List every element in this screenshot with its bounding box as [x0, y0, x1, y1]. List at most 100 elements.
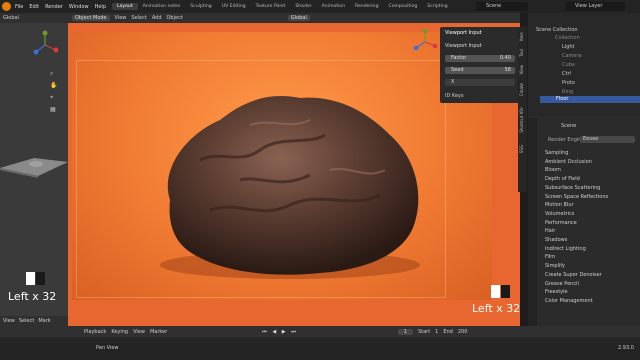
left-bottom-select[interactable]: Select [19, 318, 34, 324]
tab-texture-paint[interactable]: Texture Paint [251, 3, 291, 10]
tab-animation[interactable]: Animation [317, 3, 350, 10]
left-bottom-view[interactable]: View [3, 318, 15, 324]
properties-section-12[interactable]: Film [545, 254, 555, 261]
properties-section-16[interactable]: Freestyle [545, 289, 568, 296]
orientation-dropdown[interactable]: Global [287, 15, 310, 21]
properties-section-13[interactable]: Simplify [545, 263, 565, 270]
scene-selector[interactable]: Scene [476, 2, 528, 11]
id-keys-panel[interactable]: ID Keys [445, 93, 464, 99]
outliner-item-camera[interactable]: Camera [562, 53, 582, 60]
outliner-item-ring[interactable]: Ring [562, 89, 573, 96]
outliner-item-ctrl[interactable]: Ctrl [562, 71, 571, 78]
left-nav-icons[interactable]: ⌕ ✋ ⌖ ▦ [50, 68, 57, 116]
x-label: X [451, 79, 455, 85]
outliner-item-light[interactable]: Light [562, 44, 574, 51]
menu-edit[interactable]: Edit [29, 4, 39, 10]
properties-section-7[interactable]: Volumetrics [545, 211, 574, 218]
tab-uv-editing[interactable]: UV Editing [217, 3, 251, 10]
outliner-root[interactable]: Scene Collection [536, 27, 578, 34]
npanel-title[interactable]: Viewport Input [445, 30, 482, 36]
timeline-view-menu[interactable]: View [133, 329, 145, 335]
properties-section-4[interactable]: Subsurface Scattering [545, 185, 600, 192]
white-swatch [491, 285, 500, 298]
sidebar-n-panel: Viewport Input Viewport Input Factor 0.40… [440, 27, 520, 103]
left-overlay-text: Left x 32 [8, 290, 57, 303]
tab-shader[interactable]: Shader [290, 3, 316, 10]
main-menu: File Edit Render Window Help [15, 4, 106, 10]
tab-compositing[interactable]: Compositing [384, 3, 423, 10]
start-field[interactable]: 1 [435, 329, 438, 335]
vtab-create[interactable]: Create [519, 83, 524, 96]
keying-menu[interactable]: Keying [111, 329, 128, 335]
npanel-subheader: Viewport Input [445, 43, 482, 49]
tab-animation-notes[interactable]: Animation notes [138, 3, 186, 10]
factor-field[interactable]: Factor 0.40 [445, 55, 515, 62]
sidebar-vertical-tabs: Item Tool View Create Shortcut VUr SSG [518, 27, 527, 192]
left-bottom-mark[interactable]: Mark [38, 318, 50, 324]
rock-object[interactable] [150, 80, 430, 280]
properties-section-0[interactable]: Sampling [545, 150, 568, 157]
seed-value: 58 [504, 67, 511, 73]
menu-help[interactable]: Help [95, 4, 106, 10]
left-black-swatch [36, 272, 45, 285]
marker-menu[interactable]: Marker [150, 329, 167, 335]
properties-section-5[interactable]: Screen Space Reflections [545, 194, 608, 201]
outliner-item-collection[interactable]: Collection [555, 35, 580, 42]
status-pan-view: Pan View [96, 345, 119, 351]
properties-section-6[interactable]: Motion Blur [545, 202, 574, 209]
viewport-object-menu[interactable]: Object [167, 15, 183, 21]
end-field[interactable]: 200 [458, 329, 468, 335]
top-menu-bar: File Edit Render Window Help Layout Anim… [0, 0, 640, 13]
navigation-gizmo-left[interactable] [30, 30, 60, 60]
viewport-view-menu[interactable]: View [115, 15, 127, 21]
vtab-tool[interactable]: Tool [519, 49, 524, 57]
vtab-shortcut[interactable]: Shortcut VUr [519, 107, 524, 133]
vtab-ssg[interactable]: SSG [519, 145, 524, 153]
render-engine-dropdown[interactable]: Eevee [580, 136, 635, 143]
tab-sculpting[interactable]: Sculpting [185, 3, 216, 10]
blender-logo-icon[interactable] [2, 2, 11, 11]
playback-menu[interactable]: Playback [84, 329, 106, 335]
start-label: Start [417, 328, 431, 335]
tab-rendering[interactable]: Rendering [350, 3, 383, 10]
properties-section-17[interactable]: Color Management [545, 298, 593, 305]
view-layer-selector[interactable]: View Layer [565, 2, 625, 11]
tab-layout[interactable]: Layout [112, 3, 138, 10]
tab-scripting[interactable]: Scripting [422, 3, 452, 10]
outliner-item-proto[interactable]: Proto [562, 80, 575, 87]
properties-section-10[interactable]: Shadows [545, 237, 567, 244]
left-transform-dropdown[interactable]: Global [3, 15, 19, 21]
menu-render[interactable]: Render [45, 4, 63, 10]
status-version: 2.93.0 [618, 345, 634, 351]
outliner-selected-row[interactable] [540, 96, 640, 103]
left-view-header: Global [0, 13, 68, 23]
navigation-gizmo[interactable] [412, 28, 438, 56]
properties-section-11[interactable]: Indirect Lighting [545, 246, 586, 253]
current-frame-field[interactable]: 1 [397, 328, 413, 335]
properties-section-2[interactable]: Bloom [545, 167, 561, 174]
menu-file[interactable]: File [15, 4, 23, 10]
properties-section-3[interactable]: Depth of Field [545, 176, 580, 183]
workspace-tabs: Layout Animation notes Sculpting UV Edit… [112, 3, 453, 10]
properties-section-9[interactable]: Hair [545, 228, 555, 235]
vtab-item[interactable]: Item [519, 32, 524, 41]
x-field[interactable]: X [445, 79, 515, 86]
viewport-select-menu[interactable]: Select [131, 15, 146, 21]
outliner-item-floor[interactable]: Floor [556, 96, 568, 103]
properties-tabs[interactable] [528, 118, 537, 326]
factor-value: 0.40 [499, 55, 511, 61]
viewport-header: Object Mode View Select Add Object Globa… [68, 13, 520, 23]
properties-section-1[interactable]: Ambient Occlusion [545, 159, 592, 166]
vtab-view[interactable]: View [519, 65, 524, 75]
properties-section-14[interactable]: Create Super Denoiser [545, 272, 602, 279]
outliner-item-cube[interactable]: Cube [562, 62, 575, 69]
left-plane-object [0, 158, 68, 178]
properties-section-15[interactable]: Grease Pencil [545, 281, 579, 288]
properties-section-8[interactable]: Performance [545, 220, 577, 227]
playback-controls[interactable]: ⏮ ◀ ▶ ⏭ [262, 329, 297, 335]
viewport-add-menu[interactable]: Add [152, 15, 162, 21]
object-mode-dropdown[interactable]: Object Mode [72, 15, 110, 21]
menu-window[interactable]: Window [69, 4, 89, 10]
seed-field[interactable]: Seed 58 [445, 67, 515, 74]
seed-label: Seed [451, 67, 464, 73]
